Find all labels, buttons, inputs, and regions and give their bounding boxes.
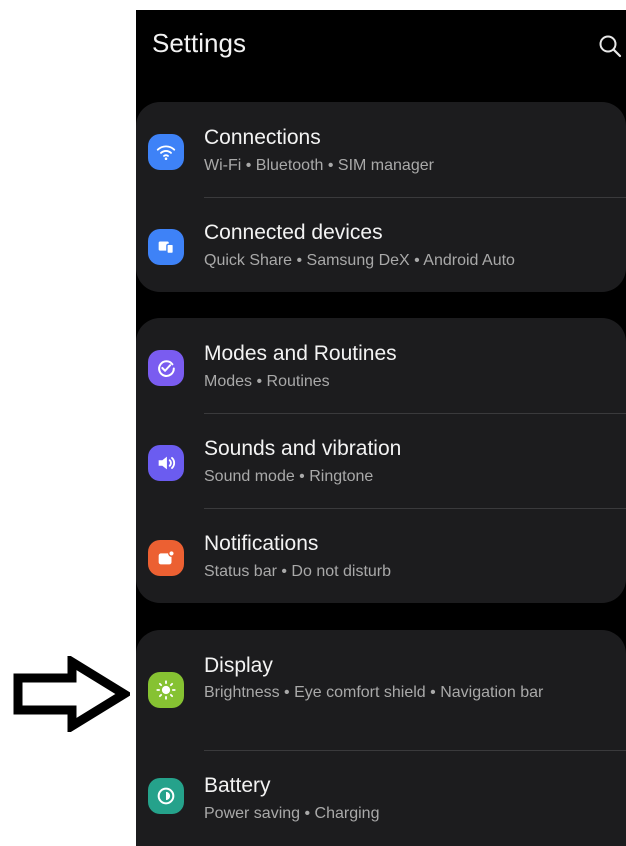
wifi-icon bbox=[148, 134, 184, 170]
settings-item-notifications[interactable]: Notifications Status bar • Do not distur… bbox=[136, 508, 626, 603]
settings-group-display: Display Brightness • Eye comfort shield … bbox=[136, 630, 626, 846]
speaker-icon bbox=[148, 445, 184, 481]
item-label: Display bbox=[204, 654, 273, 677]
battery-icon bbox=[148, 778, 184, 814]
settings-item-display[interactable]: Display Brightness • Eye comfort shield … bbox=[136, 630, 626, 750]
item-label: Modes and Routines bbox=[204, 342, 397, 365]
item-label: Sounds and vibration bbox=[204, 437, 402, 460]
item-label: Battery bbox=[204, 774, 271, 797]
item-subtitle: Modes • Routines bbox=[204, 373, 330, 390]
settings-item-battery[interactable]: Battery Power saving • Charging bbox=[136, 750, 626, 845]
item-subtitle: Quick Share • Samsung DeX • Android Auto bbox=[204, 252, 515, 269]
settings-item-connected-devices[interactable]: Connected devices Quick Share • Samsung … bbox=[136, 197, 626, 292]
item-label: Connections bbox=[204, 126, 321, 149]
settings-item-connections[interactable]: Connections Wi-Fi • Bluetooth • SIM mana… bbox=[136, 102, 626, 197]
settings-item-sounds-vibration[interactable]: Sounds and vibration Sound mode • Ringto… bbox=[136, 413, 626, 508]
item-label: Notifications bbox=[204, 532, 319, 555]
search-icon[interactable] bbox=[596, 32, 626, 62]
settings-screen: Settings Connections Wi-Fi • Bluetooth •… bbox=[136, 10, 626, 846]
settings-item-modes-routines[interactable]: Modes and Routines Modes • Routines bbox=[136, 318, 626, 413]
item-subtitle: Brightness • Eye comfort shield • Naviga… bbox=[204, 684, 544, 701]
devices-icon bbox=[148, 229, 184, 265]
item-subtitle: Sound mode • Ringtone bbox=[204, 468, 374, 485]
pointer-arrow-annotation bbox=[13, 656, 130, 732]
item-subtitle: Status bar • Do not disturb bbox=[204, 563, 392, 580]
settings-group-connectivity: Connections Wi-Fi • Bluetooth • SIM mana… bbox=[136, 102, 626, 292]
check-circle-icon bbox=[148, 350, 184, 386]
settings-group-sound: Modes and Routines Modes • Routines Soun… bbox=[136, 318, 626, 603]
item-subtitle: Wi-Fi • Bluetooth • SIM manager bbox=[204, 157, 434, 174]
item-subtitle: Power saving • Charging bbox=[204, 805, 380, 822]
notification-icon bbox=[148, 540, 184, 576]
brightness-icon bbox=[148, 672, 184, 708]
page-title: Settings bbox=[152, 28, 246, 58]
item-label: Connected devices bbox=[204, 221, 383, 244]
